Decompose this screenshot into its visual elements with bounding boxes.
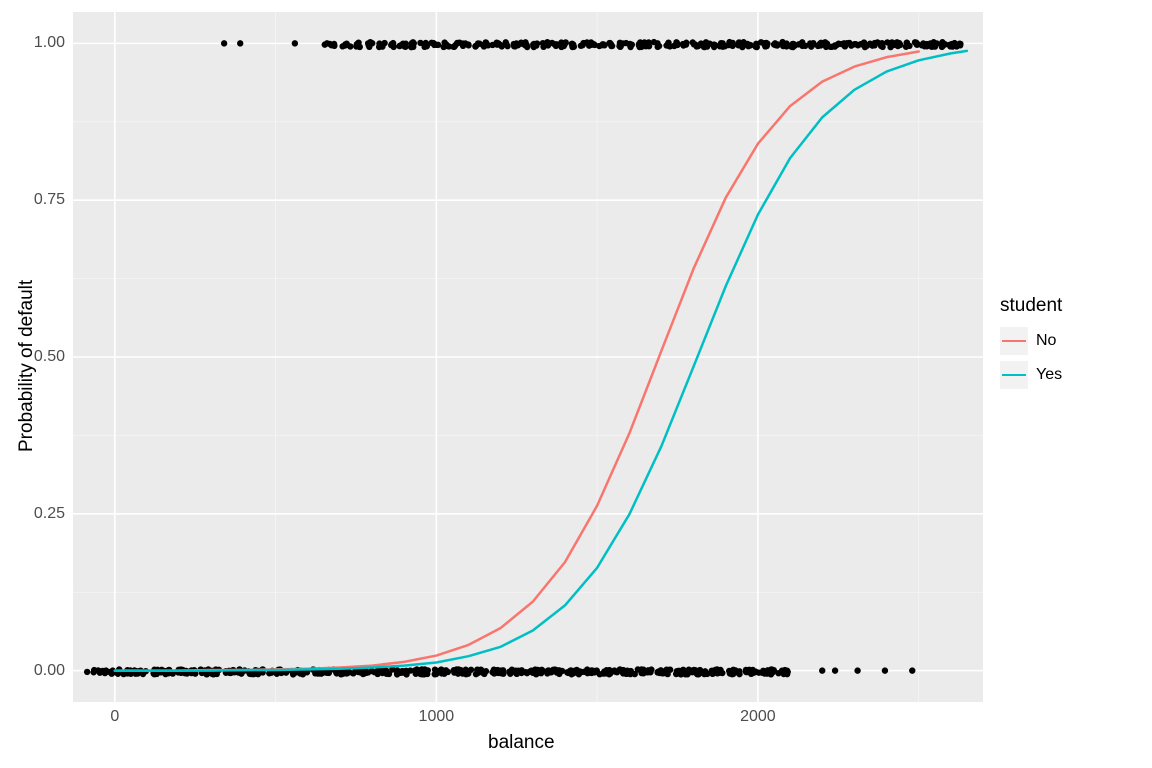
legend-entry: Yes: [1000, 361, 1062, 389]
legend-key: [1000, 327, 1028, 355]
legend-line-icon: [1002, 374, 1026, 377]
x-axis-title: balance: [488, 732, 555, 754]
plot-panel: [73, 12, 983, 702]
legend-entry: No: [1000, 327, 1062, 355]
legend-label: Yes: [1036, 366, 1062, 384]
y-tick-label: 0.75: [27, 191, 65, 209]
y-tick-label: 0.25: [27, 505, 65, 523]
legend-title: student: [1000, 295, 1062, 317]
figure-root: balance Probability of default 010002000…: [0, 0, 1152, 768]
legend: student No Yes: [1000, 295, 1062, 395]
x-tick-label: 1000: [419, 708, 455, 726]
y-tick-label: 0.00: [27, 662, 65, 680]
y-tick-label: 0.50: [27, 348, 65, 366]
y-tick-label: 1.00: [27, 34, 65, 52]
legend-key: [1000, 361, 1028, 389]
legend-rows: No Yes: [1000, 327, 1062, 389]
x-tick-label: 0: [110, 708, 119, 726]
plot-svg: [73, 12, 983, 702]
legend-label: No: [1036, 332, 1056, 350]
legend-line-icon: [1002, 340, 1026, 343]
x-tick-label: 2000: [740, 708, 776, 726]
